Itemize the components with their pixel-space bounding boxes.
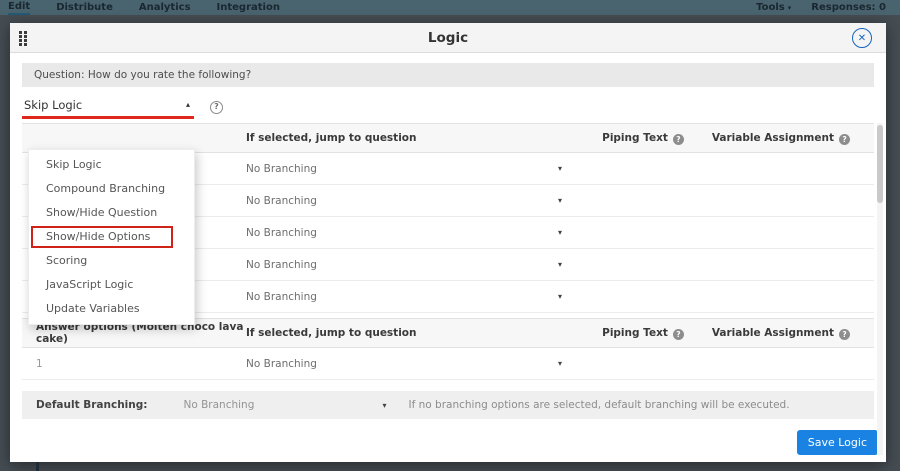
logic-type-select[interactable]: Skip Logic ▴: [22, 95, 194, 119]
help-icon[interactable]: ?: [673, 329, 684, 340]
piping-label: Piping Text: [602, 132, 668, 144]
modal-content: Question: How do you rate the following?…: [10, 53, 886, 419]
header-variable: Variable Assignment?: [708, 132, 874, 145]
default-branching-bar: Default Branching: No Branching ▾ If no …: [22, 391, 874, 419]
nav-tab-edit[interactable]: Edit: [8, 0, 30, 15]
chevron-down-icon: ▾: [558, 164, 562, 173]
help-icon[interactable]: ?: [839, 134, 850, 145]
jump-select[interactable]: No Branching ▾: [246, 195, 566, 207]
top-navbar: Edit Distribute Analytics Integration To…: [0, 0, 900, 15]
tools-menu[interactable]: Tools▾: [756, 1, 791, 14]
jump-select-value: No Branching: [246, 291, 317, 303]
scrollbar-track[interactable]: [877, 123, 883, 455]
jump-select-value: No Branching: [246, 163, 317, 175]
menu-item-scoring[interactable]: Scoring: [29, 249, 194, 273]
option-number: 1: [36, 358, 246, 370]
background-page-edge: [36, 462, 39, 471]
jump-select[interactable]: No Branching ▾: [246, 358, 566, 370]
jump-select-value: No Branching: [246, 259, 317, 271]
save-logic-button[interactable]: Save Logic: [797, 430, 878, 455]
jump-select-value: No Branching: [246, 358, 317, 370]
nav-tab-analytics[interactable]: Analytics: [139, 1, 191, 14]
logic-type-menu: Skip Logic Compound Branching Show/Hide …: [28, 149, 195, 325]
jump-select[interactable]: No Branching ▾: [246, 227, 566, 239]
help-icon[interactable]: ?: [673, 134, 684, 145]
menu-item-javascript-logic[interactable]: JavaScript Logic: [29, 273, 194, 297]
chevron-down-icon: ▾: [788, 4, 792, 12]
logic-type-row: Skip Logic ▴ ?: [22, 91, 874, 123]
chevron-down-icon: ▾: [558, 228, 562, 237]
chevron-up-icon: ▴: [186, 100, 190, 109]
jump-select[interactable]: No Branching ▾: [246, 291, 566, 303]
table-row: 1 No Branching ▾: [22, 348, 874, 380]
header-jump: If selected, jump to question: [246, 327, 578, 339]
help-icon[interactable]: ?: [839, 329, 850, 340]
piping-label: Piping Text: [602, 327, 668, 339]
menu-item-show-hide-options[interactable]: Show/Hide Options: [29, 225, 194, 249]
nav-tab-integration[interactable]: Integration: [217, 1, 280, 14]
menu-item-skip-logic[interactable]: Skip Logic: [29, 153, 194, 177]
modal-header: Logic ✕: [10, 23, 886, 53]
variable-label: Variable Assignment: [712, 132, 834, 144]
header-piping: Piping Text?: [578, 327, 708, 340]
jump-select[interactable]: No Branching ▾: [246, 259, 566, 271]
jump-select[interactable]: No Branching ▾: [246, 163, 566, 175]
default-branching-label: Default Branching:: [36, 399, 147, 411]
logic-modal: Logic ✕ Question: How do you rate the fo…: [10, 23, 886, 462]
default-branching-value: No Branching: [183, 399, 254, 411]
jump-select-value: No Branching: [246, 195, 317, 207]
help-icon[interactable]: ?: [210, 101, 223, 114]
header-piping: Piping Text?: [578, 132, 708, 145]
nav-tab-distribute[interactable]: Distribute: [56, 1, 113, 14]
menu-item-update-variables[interactable]: Update Variables: [29, 297, 194, 321]
question-label: Question: How do you rate the following?: [22, 63, 874, 87]
chevron-down-icon: ▾: [558, 359, 562, 368]
menu-item-show-hide-question[interactable]: Show/Hide Question: [29, 201, 194, 225]
branching-table-2: Answer options (Molten choco lava cake) …: [22, 318, 874, 380]
jump-select-value: No Branching: [246, 227, 317, 239]
menu-item-compound-branching[interactable]: Compound Branching: [29, 177, 194, 201]
chevron-down-icon: ▾: [558, 292, 562, 301]
tools-label: Tools: [756, 2, 785, 13]
chevron-down-icon: ▾: [558, 196, 562, 205]
default-branching-note: If no branching options are selected, de…: [408, 399, 789, 411]
header-jump: If selected, jump to question: [246, 132, 578, 144]
default-branching-select[interactable]: No Branching ▾: [183, 399, 386, 411]
responses-count: Responses: 0: [811, 2, 886, 13]
scrollbar-thumb[interactable]: [877, 125, 883, 203]
modal-title: Logic: [10, 30, 886, 46]
header-variable: Variable Assignment?: [708, 327, 874, 340]
logic-type-value: Skip Logic: [24, 98, 82, 112]
variable-label: Variable Assignment: [712, 327, 834, 339]
close-icon[interactable]: ✕: [852, 28, 872, 48]
chevron-down-icon: ▾: [382, 401, 386, 410]
chevron-down-icon: ▾: [558, 260, 562, 269]
